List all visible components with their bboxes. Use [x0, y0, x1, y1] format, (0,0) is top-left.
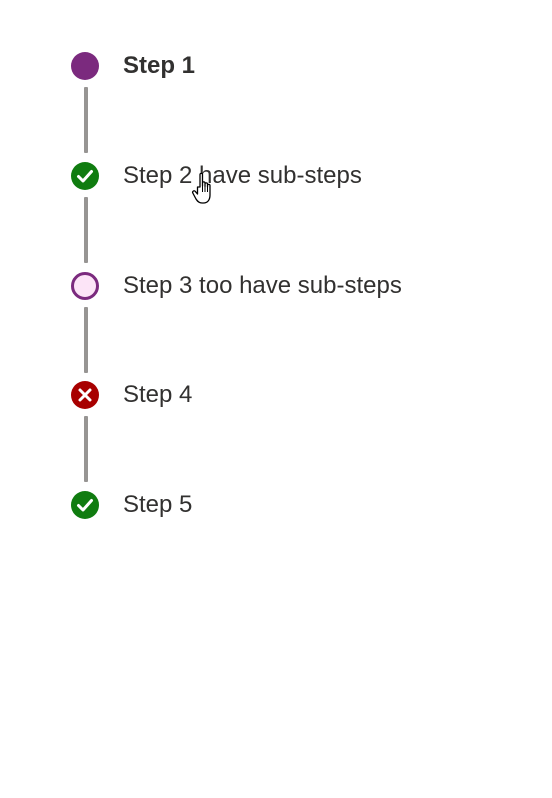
step-3[interactable]: Step 3 too have sub-steps	[70, 270, 402, 302]
checkmark-icon	[70, 490, 100, 520]
step-label: Step 5	[123, 491, 193, 518]
vertical-stepper: Step 1 Step 2 have sub-steps Step 3 too …	[0, 0, 552, 560]
step-connector	[84, 87, 88, 153]
empty-circle-icon	[70, 271, 100, 301]
step-label: Step 2 have sub-steps	[123, 162, 362, 189]
step-label: Step 3 too have sub-steps	[123, 272, 402, 299]
current-step-dot-icon	[70, 51, 100, 81]
step-connector	[84, 197, 88, 263]
step-label: Step 4	[123, 381, 193, 408]
step-connector	[84, 416, 88, 482]
checkmark-icon	[70, 161, 100, 191]
error-x-icon	[70, 380, 100, 410]
step-5[interactable]: Step 5	[70, 489, 192, 521]
step-label: Step 1	[123, 52, 196, 79]
step-2[interactable]: Step 2 have sub-steps	[70, 160, 362, 192]
step-4[interactable]: Step 4	[70, 379, 192, 411]
step-1[interactable]: Step 1	[70, 50, 195, 82]
step-connector	[84, 307, 88, 373]
